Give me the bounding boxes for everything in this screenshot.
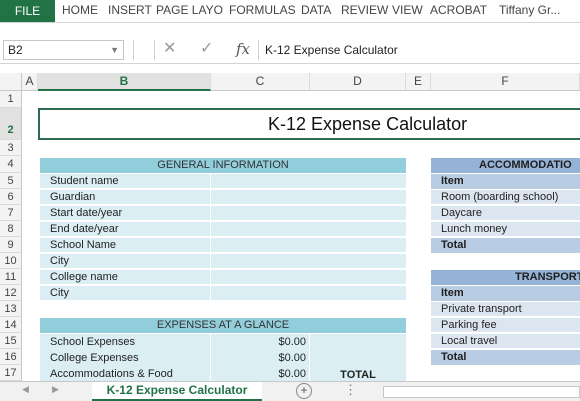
row-header-8[interactable]: 8 — [0, 221, 22, 237]
sheet-tab-bar: ◀ ▶ K-12 Expense Calculator + ⋮ — [0, 381, 580, 401]
field-value[interactable] — [211, 190, 406, 205]
row-header-16[interactable]: 16 — [0, 349, 22, 365]
scroll-right-icon[interactable]: ▶ — [52, 384, 59, 395]
column-header-d[interactable]: D — [310, 73, 406, 91]
expense-value[interactable]: $0.00 — [211, 334, 309, 350]
title-cell-b2[interactable]: K-12 Expense Calculator — [38, 108, 580, 140]
field-value[interactable] — [211, 270, 406, 285]
field-label[interactable]: End date/year — [40, 222, 210, 237]
field-value[interactable] — [211, 174, 406, 189]
row-header-11[interactable]: 11 — [0, 269, 22, 285]
column-header-e[interactable]: E — [406, 73, 431, 91]
row-header-13[interactable]: 13 — [0, 301, 22, 317]
general-information-header: GENERAL INFORMATION — [40, 158, 406, 173]
accommodation-item[interactable]: Daycare — [431, 206, 580, 221]
expense-label[interactable]: College Expenses — [40, 350, 210, 366]
column-header-b[interactable]: B — [38, 73, 211, 91]
transport-item-header[interactable]: Item — [431, 286, 580, 301]
tab-data[interactable]: DATA — [301, 0, 331, 22]
total-label[interactable]: TOTAL — [310, 366, 406, 382]
tab-review[interactable]: REVIEW — [341, 0, 388, 22]
horizontal-scrollbar[interactable] — [383, 386, 580, 398]
divider — [154, 40, 155, 60]
row-header-2[interactable]: 2 — [0, 108, 22, 140]
insert-function-icon[interactable]: fx — [236, 39, 250, 59]
row-header-12[interactable]: 12 — [0, 285, 22, 301]
column-header-c[interactable]: C — [211, 73, 310, 91]
transport-item[interactable]: Private transport — [431, 302, 580, 317]
tab-view[interactable]: VIEW — [392, 0, 423, 22]
transport-item[interactable]: Parking fee — [431, 318, 580, 333]
column-header-a[interactable]: A — [22, 73, 38, 91]
row-header-9[interactable]: 9 — [0, 237, 22, 253]
field-label[interactable]: Student name — [40, 174, 210, 189]
field-label[interactable]: School Name — [40, 238, 210, 253]
expense-extra-cell[interactable] — [310, 350, 406, 366]
transport-total[interactable]: Total — [431, 350, 580, 365]
accommodation-total[interactable]: Total — [431, 238, 580, 253]
row-header-15[interactable]: 15 — [0, 333, 22, 349]
tab-page-layout[interactable]: PAGE LAYO — [156, 0, 223, 22]
row-header-1[interactable]: 1 — [0, 91, 22, 108]
more-options-icon[interactable]: ⋮ — [344, 382, 357, 398]
transport-header: TRANSPORT — [431, 270, 580, 285]
tab-formulas[interactable]: FORMULAS — [229, 0, 296, 22]
ribbon-tab-bar: FILE HOME INSERT PAGE LAYO FORMULAS DATA… — [0, 0, 580, 23]
formula-input[interactable]: K-12 Expense Calculator — [265, 40, 398, 60]
expense-extra-cell[interactable] — [310, 334, 406, 350]
scroll-left-icon[interactable]: ◀ — [22, 384, 29, 395]
accommodation-header: ACCOMMODATIO — [431, 158, 580, 173]
accommodation-item[interactable]: Room (boarding school) — [431, 190, 580, 205]
name-box-value: B2 — [8, 43, 23, 57]
sheet-tab-active[interactable]: K-12 Expense Calculator — [92, 382, 262, 401]
expense-label[interactable]: Accommodations & Food — [40, 366, 210, 382]
field-value[interactable] — [211, 206, 406, 221]
user-account[interactable]: Tiffany Gr... — [499, 0, 560, 22]
row-header-7[interactable]: 7 — [0, 205, 22, 221]
expense-value[interactable]: $0.00 — [211, 366, 309, 382]
tab-insert[interactable]: INSERT — [108, 0, 152, 22]
expense-label[interactable]: School Expenses — [40, 334, 210, 350]
field-label[interactable]: City — [40, 254, 210, 269]
row-header-10[interactable]: 10 — [0, 253, 22, 269]
divider — [258, 40, 259, 60]
enter-check-icon[interactable]: ✓ — [200, 39, 213, 59]
field-value[interactable] — [211, 238, 406, 253]
field-value[interactable] — [211, 222, 406, 237]
sheet-title: K-12 Expense Calculator — [268, 114, 468, 134]
field-label[interactable]: College name — [40, 270, 210, 285]
field-label[interactable]: City — [40, 286, 210, 301]
row-header-14[interactable]: 14 — [0, 317, 22, 333]
row-header-3[interactable]: 3 — [0, 140, 22, 156]
row-header-5[interactable]: 5 — [0, 173, 22, 189]
row-header-6[interactable]: 6 — [0, 189, 22, 205]
select-all-corner[interactable] — [0, 73, 22, 91]
transport-item[interactable]: Local travel — [431, 334, 580, 349]
row-header-17[interactable]: 17 — [0, 365, 22, 381]
name-box[interactable]: B2 ▼ — [3, 40, 124, 60]
expense-value[interactable]: $0.00 — [211, 350, 309, 366]
field-label[interactable]: Guardian — [40, 190, 210, 205]
cancel-icon[interactable]: ✕ — [163, 39, 176, 59]
tab-home[interactable]: HOME — [62, 0, 98, 22]
expenses-at-a-glance-header: EXPENSES AT A GLANCE — [40, 318, 406, 333]
field-value[interactable] — [211, 286, 406, 301]
row-header-4[interactable]: 4 — [0, 156, 22, 173]
column-header-f[interactable]: F — [431, 73, 580, 91]
field-label[interactable]: Start date/year — [40, 206, 210, 221]
accommodation-item[interactable]: Lunch money — [431, 222, 580, 237]
add-sheet-icon[interactable]: + — [296, 383, 312, 399]
field-value[interactable] — [211, 254, 406, 269]
chevron-down-icon[interactable]: ▼ — [110, 41, 119, 59]
file-tab[interactable]: FILE — [0, 0, 55, 22]
tab-acrobat[interactable]: ACROBAT — [430, 0, 487, 22]
accommodation-item-header[interactable]: Item — [431, 174, 580, 189]
divider — [133, 40, 134, 60]
formula-bar: B2 ▼ ✕ ✓ fx K-12 Expense Calculator — [0, 37, 580, 64]
